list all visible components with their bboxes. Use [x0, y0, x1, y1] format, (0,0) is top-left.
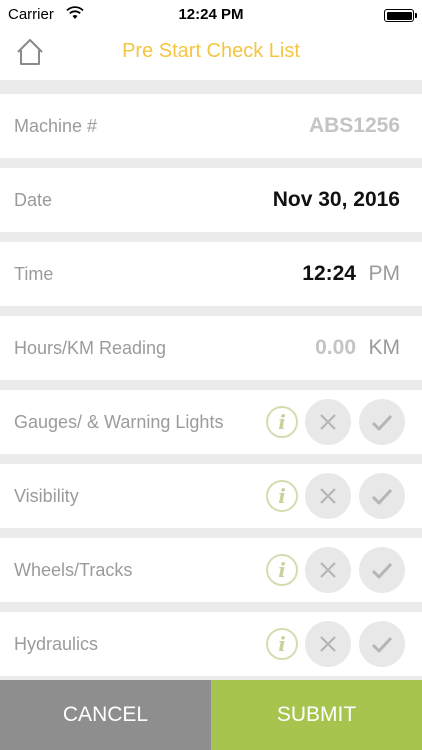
cancel-button[interactable]: CANCEL [0, 680, 211, 750]
hours-unit: KM [368, 336, 401, 359]
submit-button[interactable]: SUBMIT [211, 680, 422, 750]
status-time: 12:24 PM [178, 6, 244, 23]
hours-value[interactable]: 0.00 [315, 316, 356, 380]
time-value[interactable]: 12:24 [302, 242, 356, 306]
date-row[interactable]: Date Nov 30, 2016 [0, 168, 422, 232]
pass-button[interactable] [359, 547, 405, 593]
checkmark-icon [371, 636, 393, 653]
page-title: Pre Start Check List [122, 40, 300, 62]
info-icon[interactable]: i [266, 554, 298, 586]
info-icon[interactable]: i [266, 406, 298, 438]
machine-row[interactable]: Machine # ABS1256 [0, 94, 422, 158]
machine-label: Machine # [14, 116, 98, 136]
check-row: Gauges/ & Warning Lights i [0, 390, 422, 454]
fail-button[interactable] [305, 473, 351, 519]
status-bar: Carrier 12:24 PM [0, 0, 422, 30]
fail-button[interactable] [305, 621, 351, 667]
checkmark-icon [371, 488, 393, 505]
fail-button[interactable] [305, 547, 351, 593]
hours-row[interactable]: Hours/KM Reading 0.00 KM [0, 316, 422, 380]
info-icon[interactable]: i [266, 480, 298, 512]
checkmark-icon [371, 562, 393, 579]
info-icon[interactable]: i [266, 628, 298, 660]
footer-actions: CANCEL SUBMIT [0, 680, 422, 750]
close-icon [320, 562, 336, 578]
time-suffix: PM [368, 262, 401, 285]
pass-button[interactable] [359, 621, 405, 667]
machine-value[interactable]: ABS1256 [309, 94, 400, 158]
close-icon [320, 488, 336, 504]
pass-button[interactable] [359, 399, 405, 445]
date-value[interactable]: Nov 30, 2016 [273, 168, 400, 232]
check-row: Wheels/Tracks i [0, 538, 422, 602]
check-label: Hydraulics [14, 634, 99, 654]
close-icon [320, 636, 336, 652]
time-row[interactable]: Time 12:24 PM [0, 242, 422, 306]
hours-label: Hours/KM Reading [14, 338, 167, 358]
pass-button[interactable] [359, 473, 405, 519]
nav-bar: Pre Start Check List [0, 30, 422, 80]
date-label: Date [14, 190, 53, 210]
checkmark-icon [371, 414, 393, 431]
close-icon [320, 414, 336, 430]
fail-button[interactable] [305, 399, 351, 445]
time-label: Time [14, 264, 54, 284]
check-row: Visibility i [0, 464, 422, 528]
check-label: Visibility [14, 486, 79, 506]
battery-icon [384, 9, 417, 22]
check-row: Hydraulics i [0, 612, 422, 676]
check-label: Gauges/ & Warning Lights [14, 412, 224, 432]
check-label: Wheels/Tracks [14, 560, 133, 580]
